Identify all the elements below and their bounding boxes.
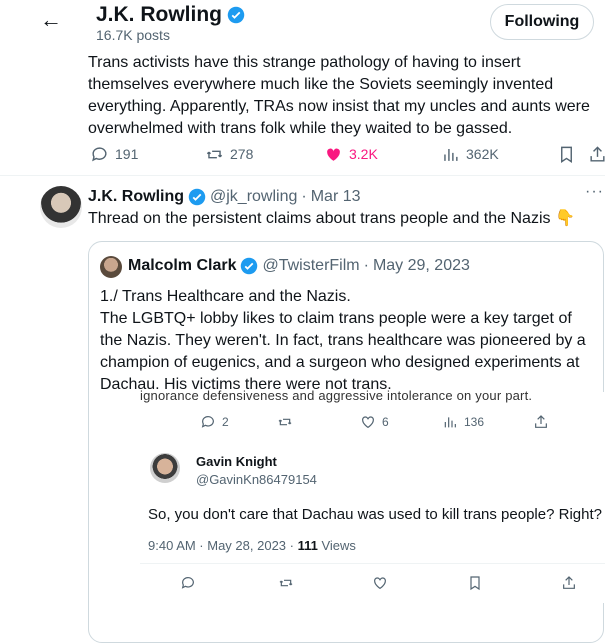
tweet-date: May 29, 2023 xyxy=(372,257,470,274)
reply-count: 191 xyxy=(115,146,139,162)
retweet-button xyxy=(278,575,294,591)
tweet-text: Trans activists have this strange pathol… xyxy=(88,54,590,137)
reply-text: So, you don't care that Dachau was used … xyxy=(148,506,602,523)
cropped-text: ignorance defensiveness and aggressive i… xyxy=(140,388,533,403)
share-icon xyxy=(535,415,547,428)
heart-icon xyxy=(362,416,374,429)
tweet-date[interactable]: Mar 13 xyxy=(311,188,361,206)
divider xyxy=(0,175,605,176)
retweet-count: 278 xyxy=(230,146,254,162)
avatar xyxy=(100,256,122,278)
verified-badge-icon xyxy=(188,188,206,206)
quoted-tweet-header: Malcolm Clark @TwisterFilm · May 29, 202… xyxy=(128,257,470,275)
share-icon xyxy=(563,576,575,589)
view-count: 136 xyxy=(464,415,485,429)
reply-button xyxy=(180,575,196,591)
screenshot-actions: 2 6 136 xyxy=(0,414,605,434)
like-count: 6 xyxy=(382,415,389,429)
more-options-icon[interactable]: ··· xyxy=(585,183,604,201)
retweet-icon xyxy=(278,418,292,426)
views-button: 136 xyxy=(442,414,484,430)
reply-icon xyxy=(181,577,194,589)
separator: · xyxy=(301,188,307,205)
like-button xyxy=(372,575,388,591)
screenshot-bottom-actions xyxy=(0,575,605,595)
quoted-tweet-text: 1./ Trans Healthcare and the Nazis. The … xyxy=(100,286,595,396)
bookmark-button[interactable] xyxy=(557,145,576,164)
reply-count: 2 xyxy=(222,415,229,429)
author-name[interactable]: J.K. Rowling xyxy=(88,188,184,206)
retweet-icon xyxy=(279,579,293,587)
share-icon xyxy=(590,145,605,162)
reply-button[interactable]: 191 xyxy=(90,145,138,164)
author-handle[interactable]: @jk_rowling xyxy=(210,188,297,206)
quoted-text-line-2: The LGBTQ+ lobby likes to claim trans pe… xyxy=(100,310,586,393)
share-button xyxy=(533,414,549,430)
like-count: 3.2K xyxy=(349,146,378,162)
heart-icon xyxy=(374,577,386,590)
bookmark-icon xyxy=(561,146,572,163)
like-button[interactable]: 3.2K xyxy=(324,145,378,164)
following-button[interactable]: Following xyxy=(490,4,594,40)
views-chart-icon xyxy=(444,417,456,428)
views-label: Views xyxy=(317,538,356,553)
bookmark-icon xyxy=(470,576,480,591)
views-button[interactable]: 362K xyxy=(441,145,499,164)
retweet-button[interactable]: 278 xyxy=(205,145,253,164)
divider xyxy=(140,563,605,564)
verified-badge-icon xyxy=(227,6,245,24)
quoted-text-line-1: 1./ Trans Healthcare and the Nazis. xyxy=(100,288,351,305)
heart-icon xyxy=(327,148,340,161)
reply-button: 2 xyxy=(200,414,229,430)
avatar[interactable] xyxy=(40,186,82,228)
reply-view-count: 111 xyxy=(297,538,318,553)
back-arrow-icon[interactable]: ← xyxy=(40,8,62,32)
share-button[interactable] xyxy=(588,145,605,164)
reply-icon xyxy=(92,146,107,161)
verified-badge-icon xyxy=(241,257,258,275)
views-chart-icon xyxy=(444,148,458,161)
avatar xyxy=(150,453,180,483)
separator: · xyxy=(363,257,369,274)
reply-timestamp: 9:40 AM · May 28, 2023 · xyxy=(148,538,298,553)
tweet-text: Thread on the persistent claims about tr… xyxy=(88,210,575,227)
reply-meta: 9:40 AM · May 28, 2023 · 111 Views xyxy=(148,538,356,553)
reply-icon xyxy=(201,416,214,428)
profile-name: J.K. Rowling xyxy=(96,3,222,26)
view-count: 362K xyxy=(466,146,499,162)
tweet-actions: 191 278 3.2K 362K xyxy=(0,142,605,166)
tweet-header: J.K. Rowling @jk_rowling · Mar 13 xyxy=(88,188,361,206)
author-name: Malcolm Clark xyxy=(128,257,237,274)
author-handle: @TwisterFilm xyxy=(262,257,360,274)
post-count: 16.7K posts xyxy=(96,27,170,43)
retweet-button xyxy=(277,414,293,430)
share-button xyxy=(561,575,577,591)
reply-author-handle: @GavinKn86479154 xyxy=(196,472,317,487)
bookmark-button xyxy=(467,575,483,591)
reply-author-name: Gavin Knight xyxy=(196,454,277,469)
like-button: 6 xyxy=(360,414,389,430)
retweet-icon xyxy=(206,150,223,158)
